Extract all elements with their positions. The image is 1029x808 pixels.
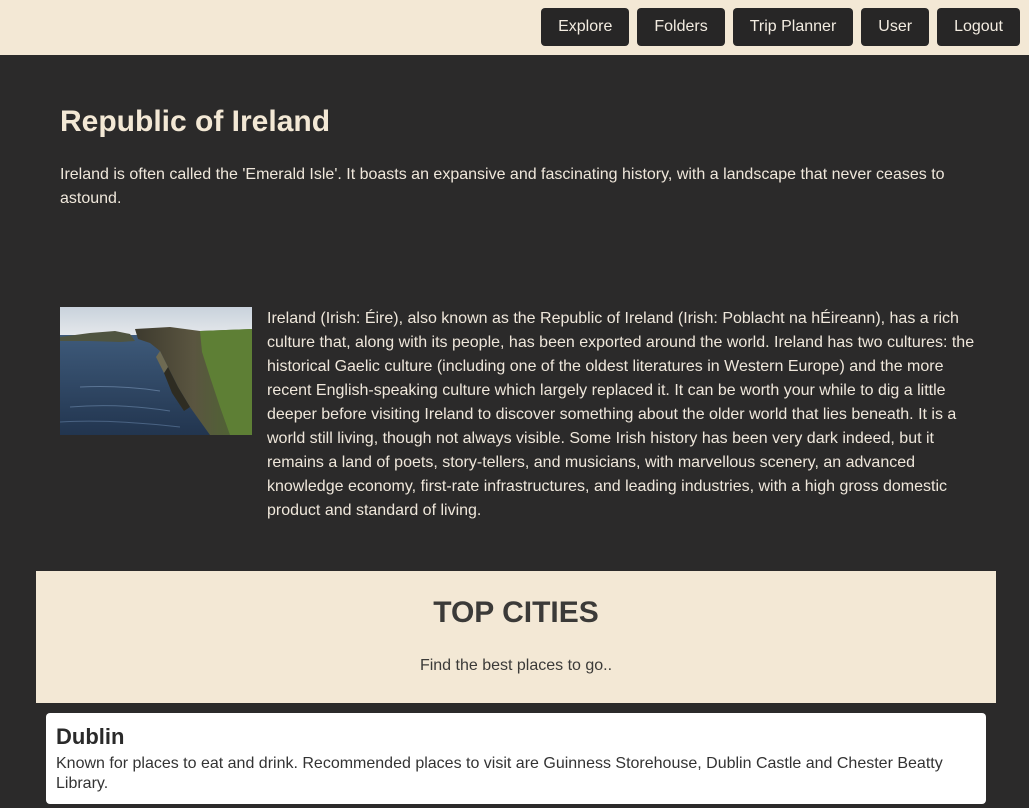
top-cities-title: TOP CITIES: [433, 596, 599, 629]
city-card-dublin[interactable]: Dublin Known for places to eat and drink…: [46, 713, 986, 804]
city-description: Known for places to eat and drink. Recom…: [56, 755, 943, 792]
country-intro: Ireland is often called the 'Emerald Isl…: [60, 166, 945, 207]
top-navbar: Explore Folders Trip Planner User Logout: [0, 0, 1029, 55]
nav-folders-button[interactable]: Folders: [637, 8, 725, 46]
city-name: Dublin: [56, 724, 125, 749]
nav-logout-button[interactable]: Logout: [937, 8, 1020, 46]
nav-user-button[interactable]: User: [861, 8, 930, 46]
top-cities-subtitle: Find the best places to go..: [419, 657, 613, 674]
main-nav: Explore Folders Trip Planner User Logout: [541, 8, 1020, 46]
country-description: Ireland (Irish: Éire), also known as the…: [267, 310, 975, 519]
top-cities-banner: TOP CITIES Find the best places to go..: [36, 571, 996, 703]
nav-explore-button[interactable]: Explore: [541, 8, 630, 46]
nav-trip-planner-button[interactable]: Trip Planner: [732, 8, 854, 46]
page-title: Republic of Ireland: [60, 105, 331, 138]
cliffs-image: [60, 307, 252, 435]
